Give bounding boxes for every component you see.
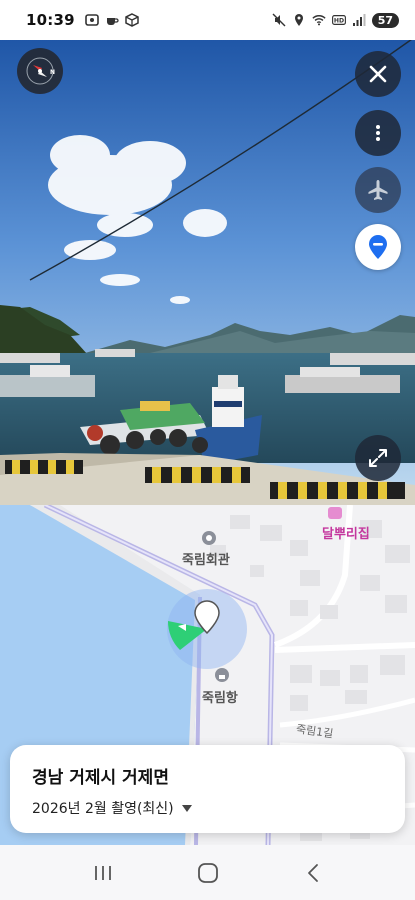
home-button[interactable]	[178, 853, 238, 893]
panorama-scene	[0, 35, 415, 505]
status-bar: 10:39 HD 57	[0, 0, 415, 40]
airplane-icon	[368, 180, 388, 200]
compass-button[interactable]: N	[17, 48, 63, 94]
hd-icon: HD	[331, 13, 346, 27]
close-icon	[369, 65, 387, 83]
pin-icon	[369, 235, 387, 259]
expand-icon	[369, 449, 387, 467]
cube-icon	[125, 13, 139, 27]
fullscreen-button[interactable]	[355, 435, 401, 481]
poi-restaurant[interactable]: 달뿌리집	[322, 523, 370, 542]
capture-date-label: 2026년 2월 촬영(최신)	[32, 801, 174, 817]
screen: 10:39 HD 57 N 죽림회관 죽림항 달뿌리집 죽림1길 경남 거제시 …	[0, 0, 415, 900]
recent-apps-icon	[94, 865, 111, 880]
location-pin-button[interactable]	[355, 224, 401, 270]
poi-harbor[interactable]: 죽림항	[202, 687, 238, 706]
location-info-card[interactable]: 경남 거제시 거제면 2026년 2월 촬영(최신)	[10, 745, 405, 833]
signal-icon	[352, 13, 366, 27]
poi-community-hall[interactable]: 죽림회관	[182, 549, 230, 568]
svg-text:HD: HD	[334, 18, 344, 25]
more-vert-icon	[376, 125, 380, 141]
back-icon	[307, 863, 318, 882]
chevron-down-icon	[181, 804, 192, 812]
close-button[interactable]	[355, 51, 401, 97]
location-icon	[292, 13, 306, 27]
svg-text:N: N	[50, 69, 55, 76]
status-time: 10:39	[26, 11, 75, 29]
aerial-view-button[interactable]	[355, 167, 401, 213]
recent-apps-button[interactable]	[73, 853, 133, 893]
more-options-button[interactable]	[355, 110, 401, 156]
battery-level: 57	[371, 12, 399, 28]
location-address: 경남 거제시 거제면	[32, 768, 169, 788]
system-nav-bar	[0, 845, 415, 900]
back-button[interactable]	[283, 853, 343, 893]
compass-icon: N	[26, 57, 55, 85]
mute-icon	[272, 13, 286, 27]
street-view-panorama[interactable]: N	[0, 35, 415, 505]
coffee-icon	[105, 13, 119, 27]
wifi-icon	[312, 13, 326, 27]
capture-date-selector[interactable]: 2026년 2월 촬영(최신)	[32, 798, 192, 818]
screenshot-icon	[84, 13, 99, 27]
home-icon	[197, 862, 218, 883]
